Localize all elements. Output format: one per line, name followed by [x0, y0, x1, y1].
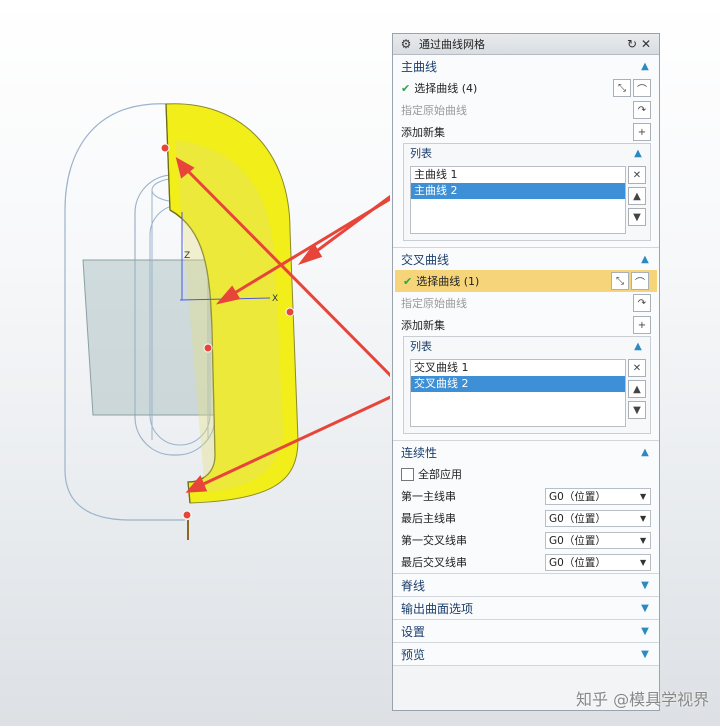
chevron-down-icon: ▼: [640, 491, 647, 501]
chevron-down-icon[interactable]: ▼: [639, 649, 651, 660]
main-add-set-row: 添加新集 +: [393, 121, 659, 143]
check-icon: ✔: [403, 274, 413, 288]
continuity-section: 连续性 ▲ 全部应用 第一主线串 G0（位置） ▼ 最后主线串 G0（位置） ▼…: [393, 441, 659, 574]
chevron-up-icon[interactable]: ▲: [639, 61, 651, 72]
cross-curve-list[interactable]: 交叉曲线 1 交叉曲线 2: [410, 359, 626, 427]
move-up-icon[interactable]: ▲: [628, 187, 646, 205]
cross-add-set-row: 添加新集 +: [393, 314, 659, 336]
continuity-row-last-cross: 最后交叉线串 G0（位置） ▼: [393, 551, 659, 573]
apply-all-row[interactable]: 全部应用: [393, 463, 659, 485]
list-item[interactable]: 交叉曲线 1: [411, 360, 625, 376]
continuity-select[interactable]: G0（位置） ▼: [545, 553, 651, 571]
chevron-up-icon[interactable]: ▲: [632, 148, 644, 159]
close-icon[interactable]: ✕: [639, 37, 653, 51]
chevron-up-icon[interactable]: ▲: [639, 254, 651, 265]
chevron-down-icon: ▼: [640, 535, 647, 545]
z-axis-label: Z: [184, 251, 190, 261]
chevron-up-icon[interactable]: ▲: [639, 447, 651, 458]
main-origin-curve-label: 指定原始曲线: [401, 104, 467, 117]
list-item[interactable]: 主曲线 2: [411, 183, 625, 199]
chevron-down-icon[interactable]: ▼: [639, 626, 651, 637]
chevron-down-icon: ▼: [640, 557, 647, 567]
move-down-icon[interactable]: ▼: [628, 208, 646, 226]
preview-section[interactable]: 预览 ▼: [393, 643, 659, 666]
control-point: [203, 343, 213, 353]
curve-select-icon[interactable]: ⌒: [633, 79, 651, 97]
list-item[interactable]: 主曲线 1: [411, 167, 625, 183]
curve-select-icon[interactable]: ⌒: [631, 272, 649, 290]
cross-add-set-label: 添加新集: [401, 319, 445, 332]
dialog-title: 通过曲线网格: [419, 38, 485, 51]
move-down-icon[interactable]: ▼: [628, 401, 646, 419]
chevron-down-icon[interactable]: ▼: [639, 603, 651, 614]
continuity-header[interactable]: 连续性 ▲: [393, 441, 659, 463]
main-list-panel: 列表 ▲ 主曲线 1 主曲线 2 ✕ ▲ ▼: [403, 143, 651, 241]
dialog-titlebar: ⚙ 通过曲线网格 ↻ ✕: [393, 34, 659, 55]
main-curves-header[interactable]: 主曲线 ▲: [393, 55, 659, 77]
reset-icon[interactable]: ↻: [625, 37, 639, 51]
control-point: [182, 510, 192, 520]
main-select-curve-row[interactable]: ✔ 选择曲线 (4) ⤡ ⌒: [393, 77, 659, 99]
chevron-up-icon[interactable]: ▲: [632, 341, 644, 352]
curve-mesh-dialog: ⚙ 通过曲线网格 ↻ ✕ 主曲线 ▲ ✔ 选择曲线 (4) ⤡ ⌒ 指定原始曲线…: [392, 33, 660, 711]
remove-icon[interactable]: ✕: [628, 359, 646, 377]
move-up-icon[interactable]: ▲: [628, 380, 646, 398]
cross-origin-curve-label: 指定原始曲线: [401, 297, 467, 310]
main-list-header[interactable]: 列表 ▲: [404, 144, 650, 162]
model-view[interactable]: X Z: [0, 0, 390, 726]
cross-origin-curve-row: 指定原始曲线 ↷: [393, 292, 659, 314]
main-origin-curve-row: 指定原始曲线 ↷: [393, 99, 659, 121]
chevron-down-icon: ▼: [640, 513, 647, 523]
continuity-select[interactable]: G0（位置） ▼: [545, 531, 651, 549]
continuity-row-first-main: 第一主线串 G0（位置） ▼: [393, 485, 659, 507]
watermark: 知乎 @模具学视界: [576, 690, 710, 709]
main-curve-list[interactable]: 主曲线 1 主曲线 2: [410, 166, 626, 234]
cross-select-curve-row[interactable]: ✔ 选择曲线 (1) ⤡ ⌒: [395, 270, 657, 292]
apply-all-checkbox[interactable]: [401, 467, 414, 481]
chevron-down-icon[interactable]: ▼: [639, 580, 651, 591]
main-add-set-label: 添加新集: [401, 126, 445, 139]
cross-curves-header[interactable]: 交叉曲线 ▲: [393, 248, 659, 270]
gear-icon[interactable]: ⚙: [399, 37, 413, 51]
check-icon: ✔: [401, 81, 411, 95]
settings-section[interactable]: 设置 ▼: [393, 620, 659, 643]
control-point: [285, 307, 295, 317]
list-item[interactable]: 交叉曲线 2: [411, 376, 625, 392]
continuity-row-first-cross: 第一交叉线串 G0（位置） ▼: [393, 529, 659, 551]
main-select-curve-label: 选择曲线 (4): [414, 82, 478, 95]
main-curves-section: 主曲线 ▲ ✔ 选择曲线 (4) ⤡ ⌒ 指定原始曲线 ↷ 添加新集 + 列表 …: [393, 55, 659, 248]
cad-viewport[interactable]: X Z: [0, 0, 390, 726]
cross-curves-section: 交叉曲线 ▲ ✔ 选择曲线 (1) ⤡ ⌒ 指定原始曲线 ↷ 添加新集 + 列表…: [393, 248, 659, 441]
apply-all-label: 全部应用: [418, 468, 462, 481]
continuity-select[interactable]: G0（位置） ▼: [545, 509, 651, 527]
add-set-icon[interactable]: +: [633, 316, 651, 334]
curve-rule-icon[interactable]: ⤡: [611, 272, 629, 290]
x-axis-label: X: [272, 294, 278, 304]
cross-list-panel: 列表 ▲ 交叉曲线 1 交叉曲线 2 ✕ ▲ ▼: [403, 336, 651, 434]
continuity-select[interactable]: G0（位置） ▼: [545, 487, 651, 505]
spine-section[interactable]: 脊线 ▼: [393, 574, 659, 597]
control-point: [160, 143, 170, 153]
continuity-row-last-main: 最后主线串 G0（位置） ▼: [393, 507, 659, 529]
origin-curve-icon[interactable]: ↷: [633, 294, 651, 312]
origin-curve-icon[interactable]: ↷: [633, 101, 651, 119]
output-surface-options-section[interactable]: 输出曲面选项 ▼: [393, 597, 659, 620]
cross-select-curve-label: 选择曲线 (1): [416, 275, 480, 288]
remove-icon[interactable]: ✕: [628, 166, 646, 184]
curve-rule-icon[interactable]: ⤡: [613, 79, 631, 97]
cross-list-header[interactable]: 列表 ▲: [404, 337, 650, 355]
add-set-icon[interactable]: +: [633, 123, 651, 141]
